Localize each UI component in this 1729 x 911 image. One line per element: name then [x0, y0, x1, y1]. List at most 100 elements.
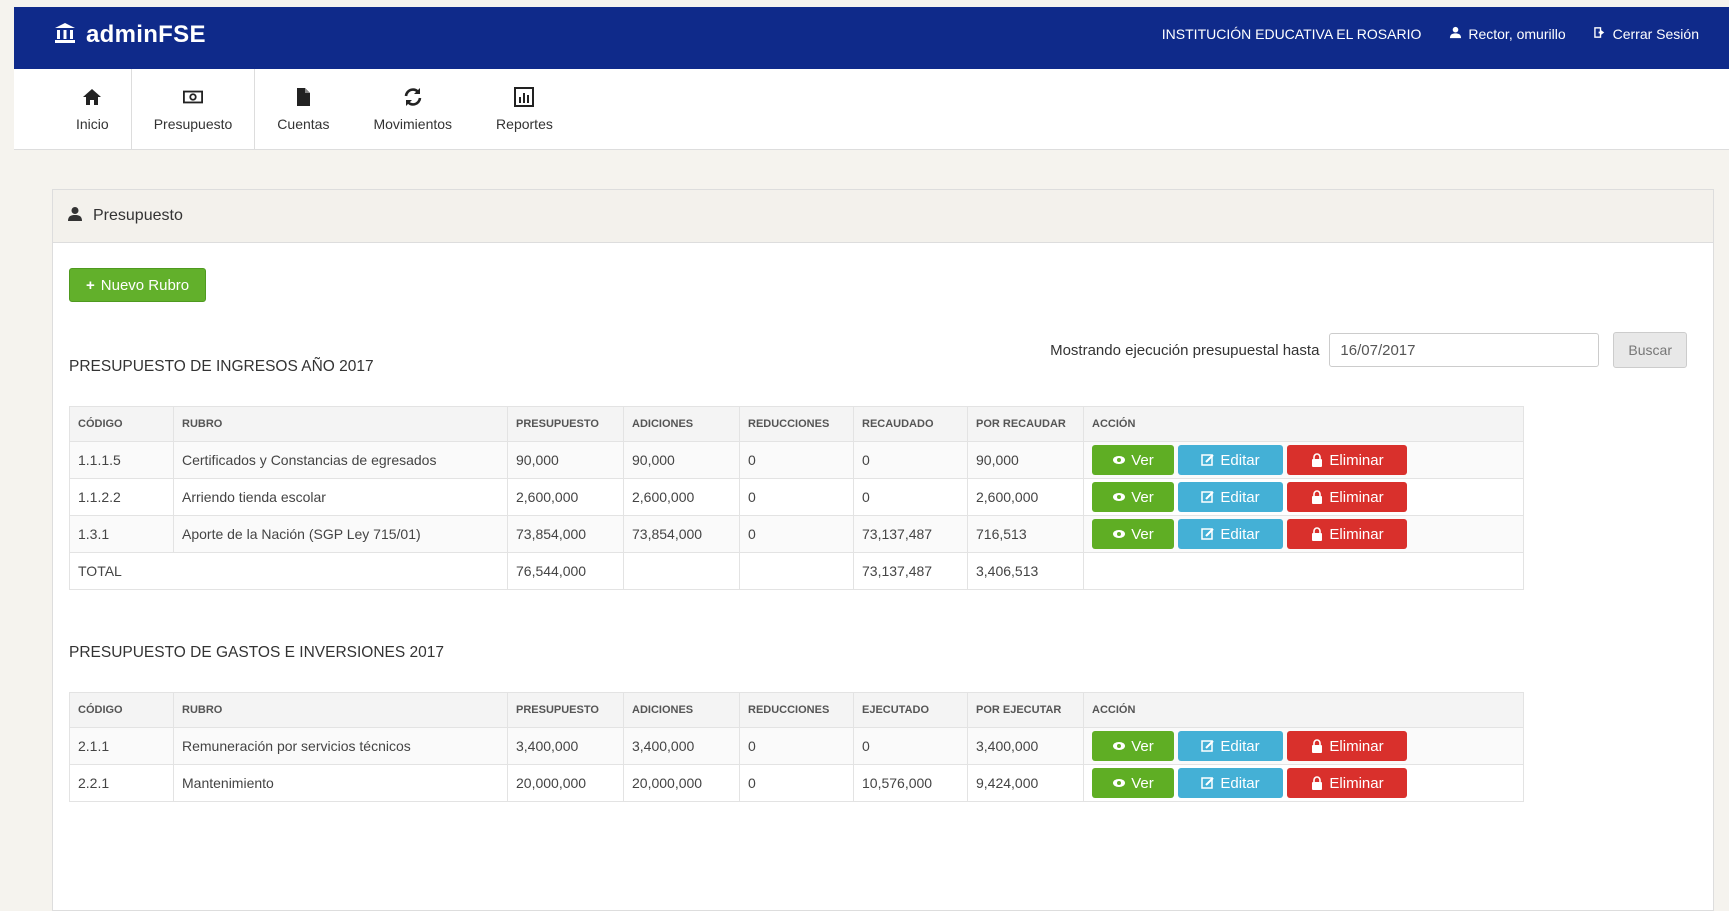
nav-label: Reportes [496, 115, 553, 132]
delete-icon [1310, 776, 1324, 790]
action-label: Eliminar [1329, 451, 1384, 469]
table-row: 2.2.1 Mantenimiento 20,000,000 20,000,000 0 1… [69, 764, 1524, 802]
brand-name: adminFSE [86, 21, 206, 48]
table-cell [1083, 552, 1524, 590]
column-header: RECAUDADO [853, 406, 968, 442]
delete-button[interactable]: Eliminar [1287, 445, 1407, 475]
total-presupuesto: 76,544,000 [507, 552, 624, 590]
table-cell: 90,000 [507, 441, 624, 479]
view-button[interactable]: Ver [1092, 445, 1174, 475]
filter-label: Mostrando ejecución presupuestal hasta [1050, 341, 1320, 359]
column-header: REDUCCIONES [739, 692, 854, 728]
column-header: REDUCCIONES [739, 406, 854, 442]
table-cell: 2,600,000 [967, 478, 1084, 516]
table-cell: 3,400,000 [507, 727, 624, 765]
edit-button[interactable]: Editar [1178, 519, 1283, 549]
user-icon [67, 206, 83, 227]
table-cell: 0 [853, 727, 968, 765]
nav-item-presupuesto[interactable]: Presupuesto [130, 69, 256, 149]
delete-icon [1310, 453, 1324, 467]
action-cell: Ver Editar Eliminar [1083, 764, 1524, 802]
table-cell: 0 [739, 727, 854, 765]
logout-link[interactable]: Cerrar Sesión [1593, 26, 1699, 42]
column-header: ADICIONES [623, 406, 740, 442]
table-cell: Mantenimiento [173, 764, 508, 802]
table-cell: 0 [853, 478, 968, 516]
table-cell: 2.1.1 [69, 727, 174, 765]
action-cell: Ver Editar Eliminar [1083, 515, 1524, 553]
nav-label: Presupuesto [153, 115, 233, 132]
table-cell: 2.2.1 [69, 764, 174, 802]
action-label: Editar [1220, 488, 1260, 506]
delete-button[interactable]: Eliminar [1287, 519, 1407, 549]
chart-icon [514, 86, 535, 116]
view-button[interactable]: Ver [1092, 519, 1174, 549]
table-row: 1.1.2.2 Arriendo tienda escolar 2,600,000 2… [69, 478, 1524, 516]
bank-icon [54, 22, 76, 49]
table-cell: 90,000 [967, 441, 1084, 479]
view-icon [1112, 453, 1126, 467]
delete-button[interactable]: Eliminar [1287, 731, 1407, 761]
table-cell: 0 [739, 478, 854, 516]
view-button[interactable]: Ver [1092, 731, 1174, 761]
action-label: Eliminar [1329, 488, 1384, 506]
action-label: Eliminar [1329, 525, 1384, 543]
table-cell: Certificados y Constancias de egresados [173, 441, 508, 479]
view-button[interactable]: Ver [1092, 768, 1174, 798]
column-header: ACCIÓN [1083, 406, 1524, 442]
user-menu[interactable]: Rector, omurillo [1449, 26, 1566, 42]
nav-label: Cuentas [277, 115, 330, 132]
action-cell: Ver Editar Eliminar [1083, 441, 1524, 479]
table-row: 1.3.1 Aporte de la Nación (SGP Ley 715/01… [69, 515, 1524, 553]
edit-button[interactable]: Editar [1178, 768, 1283, 798]
edit-button[interactable]: Editar [1178, 731, 1283, 761]
view-icon [1112, 739, 1126, 753]
delete-button[interactable]: Eliminar [1287, 768, 1407, 798]
plus-icon: + [86, 276, 95, 294]
action-cell: Ver Editar Eliminar [1083, 478, 1524, 516]
home-icon [82, 87, 102, 116]
nav-item-movimientos[interactable]: Movimientos [351, 69, 474, 149]
table-cell: 1.1.2.2 [69, 478, 174, 516]
edit-button[interactable]: Editar [1178, 482, 1283, 512]
logout-label: Cerrar Sesión [1612, 26, 1699, 42]
search-button[interactable]: Buscar [1613, 332, 1687, 368]
new-item-label: Nuevo Rubro [100, 276, 190, 294]
delete-button[interactable]: Eliminar [1287, 482, 1407, 512]
panel-title: Presupuesto [93, 207, 183, 224]
view-icon [1112, 527, 1126, 541]
new-item-button[interactable]: + Nuevo Rubro [69, 268, 207, 302]
panel-header: Presupuesto [53, 190, 1713, 243]
view-icon [1112, 490, 1126, 504]
edit-icon [1201, 490, 1215, 504]
table-cell: 0 [853, 441, 968, 479]
view-button[interactable]: Ver [1092, 482, 1174, 512]
date-input[interactable] [1329, 333, 1600, 367]
table-cell: Aporte de la Nación (SGP Ley 715/01) [173, 515, 508, 553]
column-header: RUBRO [173, 692, 508, 728]
money-icon [182, 87, 203, 116]
nav-item-reportes[interactable]: Reportes [474, 69, 575, 149]
column-header: POR RECAUDAR [967, 406, 1084, 442]
nav-item-cuentas[interactable]: Cuentas [255, 69, 351, 149]
institution-link[interactable]: INSTITUCIÓN EDUCATIVA EL ROSARIO [1162, 26, 1422, 42]
table-cell [623, 552, 740, 590]
table-cell: 0 [739, 515, 854, 553]
column-header: PRESUPUESTO [507, 692, 624, 728]
edit-button[interactable]: Editar [1178, 445, 1283, 475]
action-label: Editar [1220, 525, 1260, 543]
user-name: Rector, omurillo [1468, 26, 1566, 42]
table-cell [739, 552, 854, 590]
column-header: ACCIÓN [1083, 692, 1524, 728]
table-header-row: CÓDIGO RUBRO PRESUPUESTO ADICIONES REDUCCION… [69, 406, 1524, 442]
delete-icon [1310, 490, 1324, 504]
brand[interactable]: adminFSE [54, 21, 206, 49]
refresh-icon [403, 87, 423, 116]
column-header: ADICIONES [623, 692, 740, 728]
view-icon [1112, 776, 1126, 790]
nav-item-inicio[interactable]: Inicio [54, 69, 131, 149]
column-header: CÓDIGO [69, 692, 174, 728]
top-navbar: adminFSE INSTITUCIÓN EDUCATIVA EL ROSARI… [14, 7, 1729, 69]
column-header: EJECUTADO [853, 692, 968, 728]
table-cell: Arriendo tienda escolar [173, 478, 508, 516]
